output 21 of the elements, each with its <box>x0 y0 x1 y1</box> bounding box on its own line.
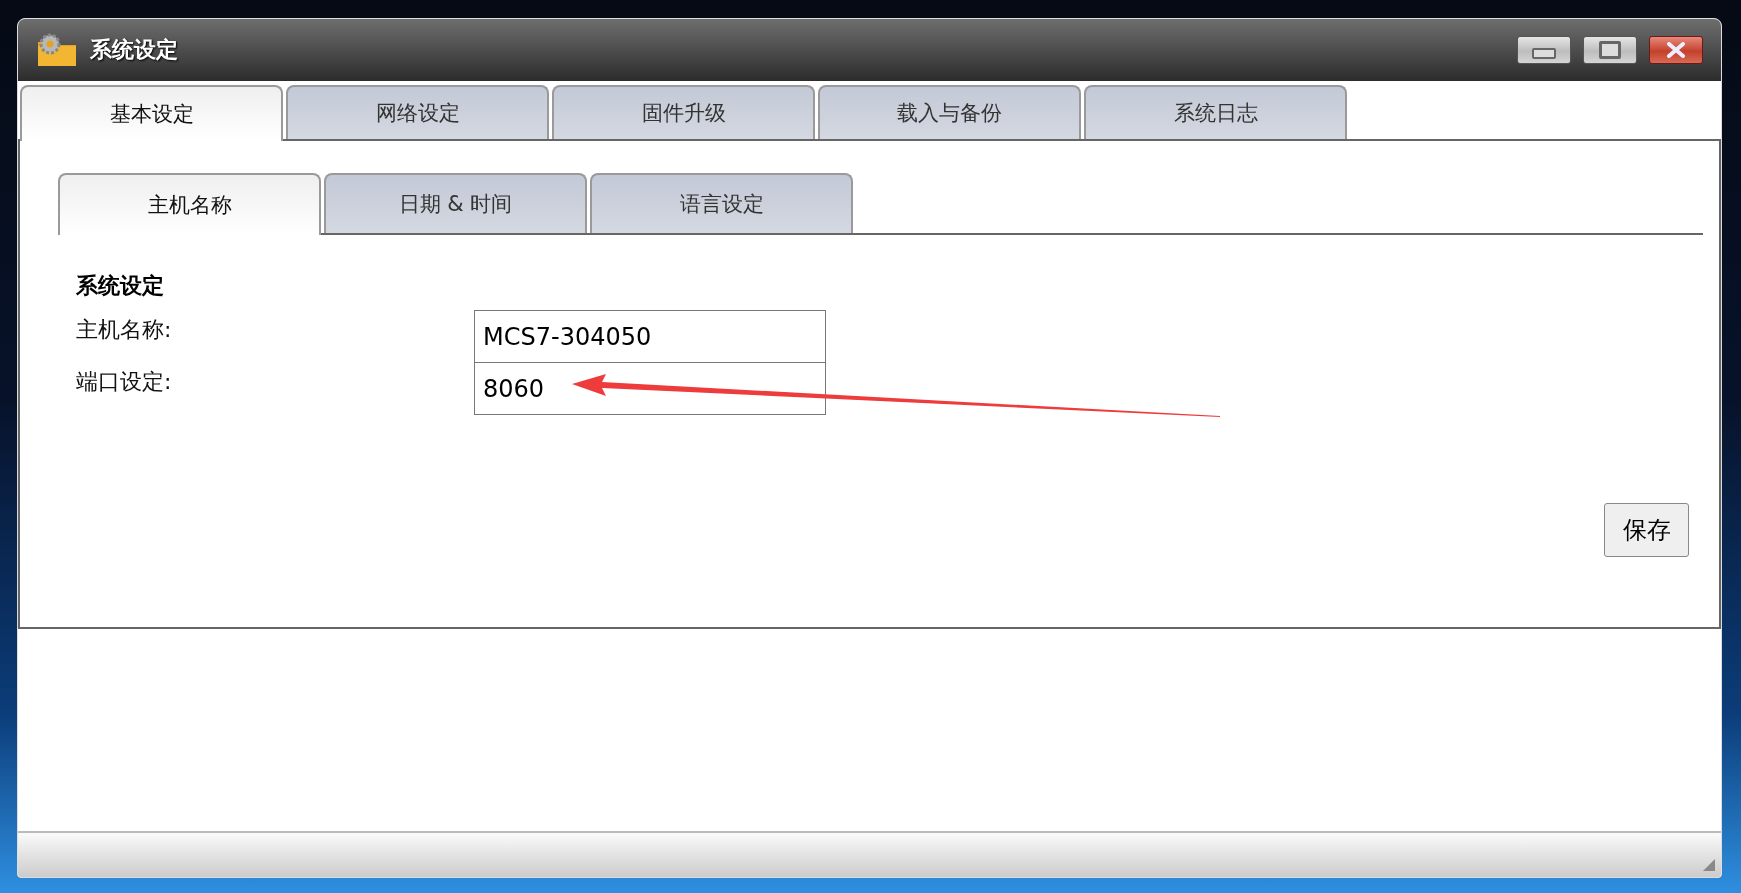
field-label: 端口设定: <box>76 368 173 396</box>
tab[interactable]: 基本设定 <box>20 85 283 141</box>
section-title: 系统设定 <box>76 272 165 300</box>
tab[interactable]: 日期 & 时间 <box>324 173 587 233</box>
minimize-button[interactable] <box>1517 36 1571 64</box>
tab[interactable]: 主机名称 <box>58 173 321 235</box>
tab[interactable]: 语言设定 <box>590 173 853 233</box>
close-icon <box>1666 42 1686 58</box>
folder-gear-icon <box>36 32 78 68</box>
save-button[interactable]: 保存 <box>1604 503 1689 557</box>
tab[interactable]: 载入与备份 <box>818 85 1081 139</box>
close-button[interactable] <box>1649 36 1703 64</box>
input-field[interactable]: MCS7-304050 <box>474 310 826 363</box>
maximize-button[interactable] <box>1583 36 1637 64</box>
window-title: 系统设定 <box>90 36 178 64</box>
tab[interactable]: 固件升级 <box>552 85 815 139</box>
resize-grip-icon <box>1703 859 1715 871</box>
field-label: 主机名称: <box>76 316 173 344</box>
tab[interactable]: 网络设定 <box>286 85 549 139</box>
tab[interactable]: 系统日志 <box>1084 85 1347 139</box>
input-field[interactable]: 8060 <box>474 362 826 415</box>
